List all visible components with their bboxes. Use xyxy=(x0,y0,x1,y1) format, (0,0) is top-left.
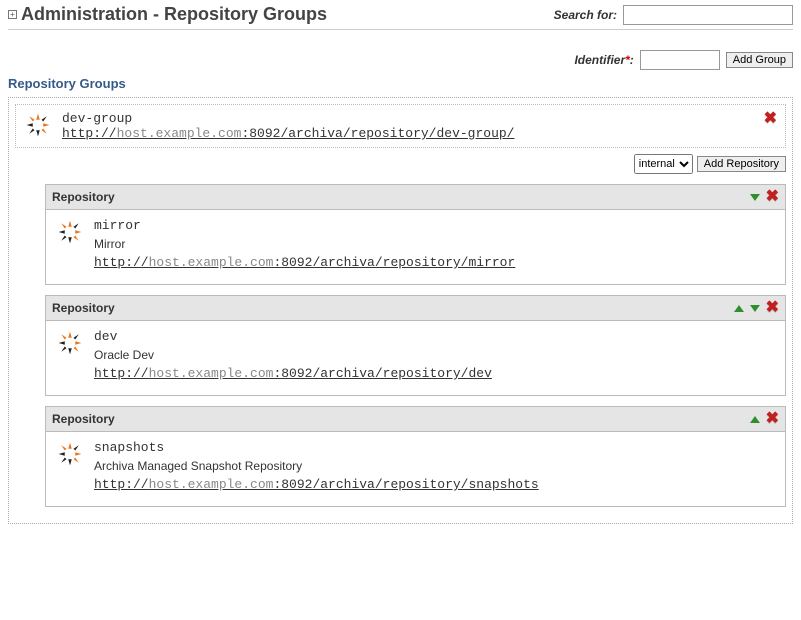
archiva-logo-icon xyxy=(56,440,84,468)
repository-url-link[interactable]: http://host.example.com:8092/archiva/rep… xyxy=(94,477,539,492)
add-group-button[interactable]: Add Group xyxy=(726,52,793,68)
identifier-label: Identifier*: xyxy=(574,53,633,67)
expand-icon[interactable]: + xyxy=(8,10,17,19)
search-input[interactable] xyxy=(623,5,793,25)
group-id: dev-group xyxy=(62,111,514,126)
move-up-icon[interactable] xyxy=(750,416,760,423)
move-down-icon[interactable] xyxy=(750,194,760,201)
repository-name: Archiva Managed Snapshot Repository xyxy=(94,459,539,473)
repository-id: snapshots xyxy=(94,440,539,455)
repository-name: Mirror xyxy=(94,237,515,251)
group-header: ✖ dev-group http://host.example.com:8092… xyxy=(15,104,786,148)
search-label: Search for: xyxy=(554,8,617,22)
delete-repository-icon[interactable]: ✖ xyxy=(766,300,779,316)
delete-repository-icon[interactable]: ✖ xyxy=(766,411,779,427)
add-repository-button[interactable]: Add Repository xyxy=(697,156,786,172)
move-up-icon[interactable] xyxy=(734,305,744,312)
delete-repository-icon[interactable]: ✖ xyxy=(766,189,779,205)
repository-heading: Repository xyxy=(52,190,115,204)
repository-id: dev xyxy=(94,329,492,344)
archiva-logo-icon xyxy=(56,329,84,357)
archiva-logo-icon xyxy=(24,111,52,139)
page-title: Administration - Repository Groups xyxy=(21,4,327,25)
identifier-input[interactable] xyxy=(640,50,720,70)
repository-url-link[interactable]: http://host.example.com:8092/archiva/rep… xyxy=(94,366,492,381)
repository-card: Repository ✖ snapshots Archiva Managed Snap… xyxy=(45,406,786,507)
repository-heading: Repository xyxy=(52,412,115,426)
move-down-icon[interactable] xyxy=(750,305,760,312)
group-container: ✖ dev-group http://host.example.com:8092… xyxy=(8,97,793,524)
section-title: Repository Groups xyxy=(8,76,793,91)
repository-card: Repository ✖ mirror Mirror http://host.examp… xyxy=(45,184,786,285)
repository-heading: Repository xyxy=(52,301,115,315)
repository-id: mirror xyxy=(94,218,515,233)
repo-select[interactable]: internal xyxy=(634,154,693,174)
repository-name: Oracle Dev xyxy=(94,348,492,362)
repository-card: Repository ✖ dev Oracle Dev http://host.exam… xyxy=(45,295,786,396)
archiva-logo-icon xyxy=(56,218,84,246)
group-url-link[interactable]: http://host.example.com:8092/archiva/rep… xyxy=(62,126,514,141)
repository-url-link[interactable]: http://host.example.com:8092/archiva/rep… xyxy=(94,255,515,270)
delete-group-icon[interactable]: ✖ xyxy=(764,111,777,127)
